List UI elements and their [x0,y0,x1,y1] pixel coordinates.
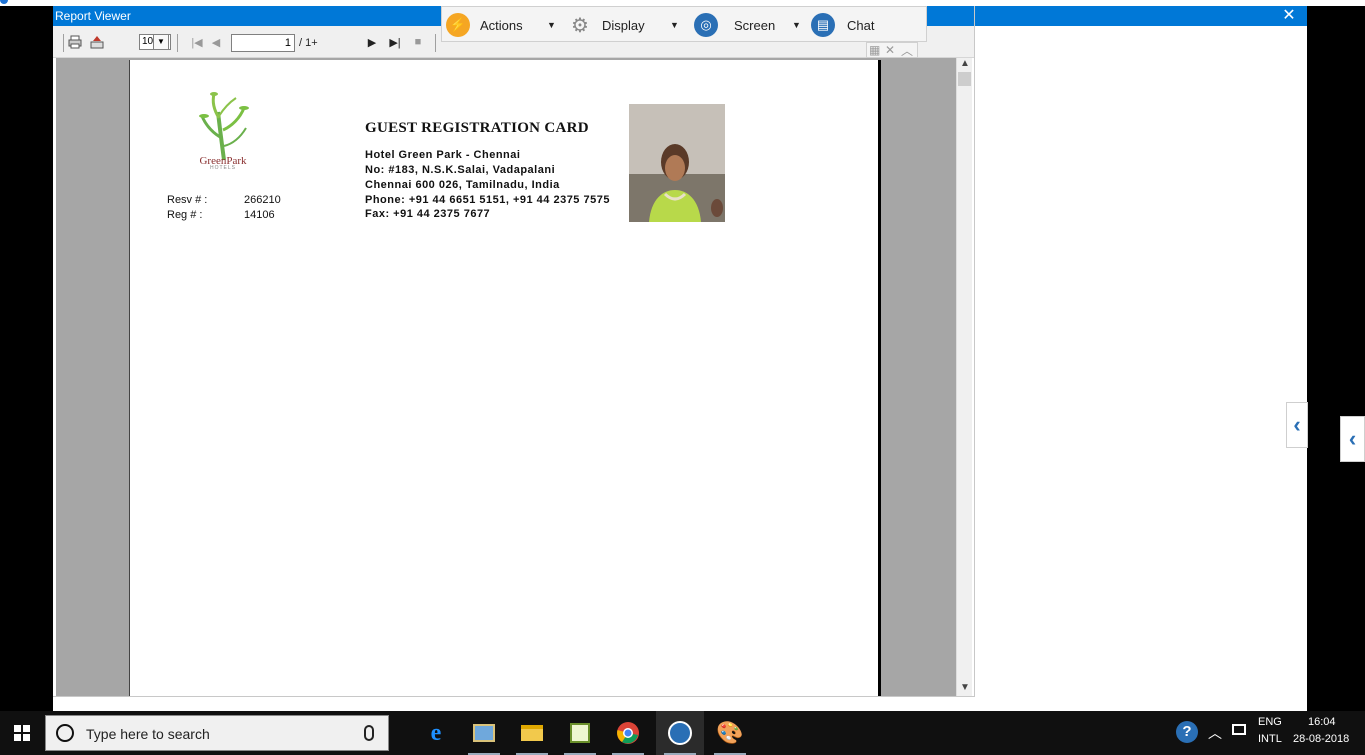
chevron-down-icon[interactable]: ▼ [547,20,556,30]
search-placeholder: Type here to search [86,726,210,742]
show-hidden-icons[interactable]: ︿ [1208,711,1224,755]
app-2[interactable] [460,711,508,755]
window-title: Report Viewer [55,9,131,23]
taskbar-search[interactable]: Type here to search [45,715,389,751]
paint-icon: 🎨 [716,720,744,745]
lang-top: ENG [1258,716,1282,728]
side-panel-toggle[interactable]: ‹ [1340,416,1365,462]
help-tray[interactable]: ? [1174,711,1200,755]
scroll-down-icon[interactable]: ▼ [957,682,973,696]
hotel-phone: Phone: +91 44 6651 5151, +91 44 2375 757… [365,194,610,206]
screen-button[interactable]: ◎ Screen [694,7,775,43]
actions-button[interactable]: ⚡ Actions [446,7,523,43]
edge-app[interactable]: e [412,711,460,755]
gear-icon: ⚙ [571,14,589,37]
start-button[interactable] [0,711,44,755]
clock-tray[interactable]: 16:04 28-08-2018 [1292,711,1358,755]
prev-page-icon[interactable]: ◀ [211,33,221,51]
collapse-up-icon[interactable]: ︿ [901,42,913,59]
screen-icon: ◎ [694,13,718,37]
chevron-down-icon[interactable]: ▼ [153,34,169,50]
toolbar-separator [63,34,64,52]
export-icon[interactable] [89,33,105,51]
page-number-input[interactable]: 1 [231,34,295,52]
display-label: Display [602,17,645,33]
file-explorer-app[interactable] [508,711,556,755]
chat-label: Chat [847,17,875,33]
chevron-left-icon: ‹ [1293,412,1301,437]
toolbar-separator [177,34,178,52]
hotel-address: No: #183, N.S.K.Salai, Vadapalani [365,164,556,176]
first-page-icon[interactable]: |◀ [191,33,203,51]
frame-line [53,696,975,697]
display-button[interactable]: ⚙ Display [568,7,645,43]
resv-value: 266210 [244,194,281,206]
cortana-icon [56,724,74,742]
language-tray[interactable]: ENG INTL [1256,711,1286,755]
remote-panel-controls: ▦ ✕ ︿ [866,42,918,58]
hotel-city: Chennai 600 026, Tamilnadu, India [365,179,560,191]
vertical-scrollbar[interactable]: ▲ ▼ [956,58,972,696]
network-tray[interactable] [1230,711,1250,755]
screen-label: Screen [734,17,776,33]
actions-label: Actions [480,17,523,33]
hotel-name: Hotel Green Park - Chennai [365,149,521,161]
network-icon [1232,724,1246,735]
last-page-icon[interactable]: ▶| [389,33,401,51]
stop-icon[interactable]: ■ [413,33,423,51]
edge-icon: e [430,719,442,746]
chevron-down-icon[interactable]: ▼ [792,20,801,30]
chevron-down-icon[interactable]: ▼ [670,20,679,30]
paint-app[interactable]: 🎨 [706,711,754,755]
printer-icon[interactable] [67,33,83,51]
app-icon [473,724,495,742]
expand-icon[interactable]: ✕ [885,43,895,57]
app-glyph-icon [0,0,8,4]
help-icon: ? [1176,721,1198,743]
remote-control-panel: ⚡ Actions ▼ ⚙ Display ▼ ◎ Screen ▼ ▤ Cha… [441,6,927,42]
remote-app-icon [668,721,692,745]
chat-button[interactable]: ▤ Chat [811,7,874,43]
side-panel-toggle[interactable]: ‹ [1286,402,1308,448]
microphone-icon[interactable] [364,725,374,741]
desktop: Report Viewer ✕ 100% ▼ |◀ ◀ 1 / 1+ ▶ ▶| … [0,0,1365,755]
card-title: GUEST REGISTRATION CARD [365,120,589,136]
remote-app[interactable] [656,711,704,755]
chart-app-icon [570,723,590,743]
folder-icon [521,725,543,741]
chevron-up-icon: ︿ [1208,725,1222,741]
chrome-app[interactable] [604,711,652,755]
chat-icon: ▤ [811,13,835,37]
resv-label: Resv # : [167,194,208,206]
clock-time: 16:04 [1308,716,1336,728]
grid-icon[interactable]: ▦ [869,43,880,57]
toolbar-separator [435,34,436,52]
close-icon[interactable]: ✕ [1279,6,1299,26]
reg-label: Reg # : [167,209,203,221]
chrome-icon [617,722,639,744]
logo-sub: HOTELS [209,165,236,171]
app-4[interactable] [556,711,604,755]
chevron-left-icon: ‹ [1348,426,1357,451]
reg-value: 14106 [244,209,275,221]
lang-bottom: INTL [1258,733,1282,745]
frame-line [974,6,975,697]
windows-icon [14,725,30,741]
taskbar: Type here to search e 🎨 ? ︿ ENG INTL 16:… [0,711,1365,755]
hotel-fax: Fax: +91 44 2375 7677 [365,208,491,220]
page-count: / 1+ [299,37,318,49]
guest-photo [629,104,725,222]
clock-date: 28-08-2018 [1293,733,1350,745]
next-page-icon[interactable]: ▶ [367,33,377,51]
scroll-up-icon[interactable]: ▲ [957,58,973,72]
lightning-icon: ⚡ [446,13,470,37]
scroll-thumb[interactable] [958,72,971,86]
